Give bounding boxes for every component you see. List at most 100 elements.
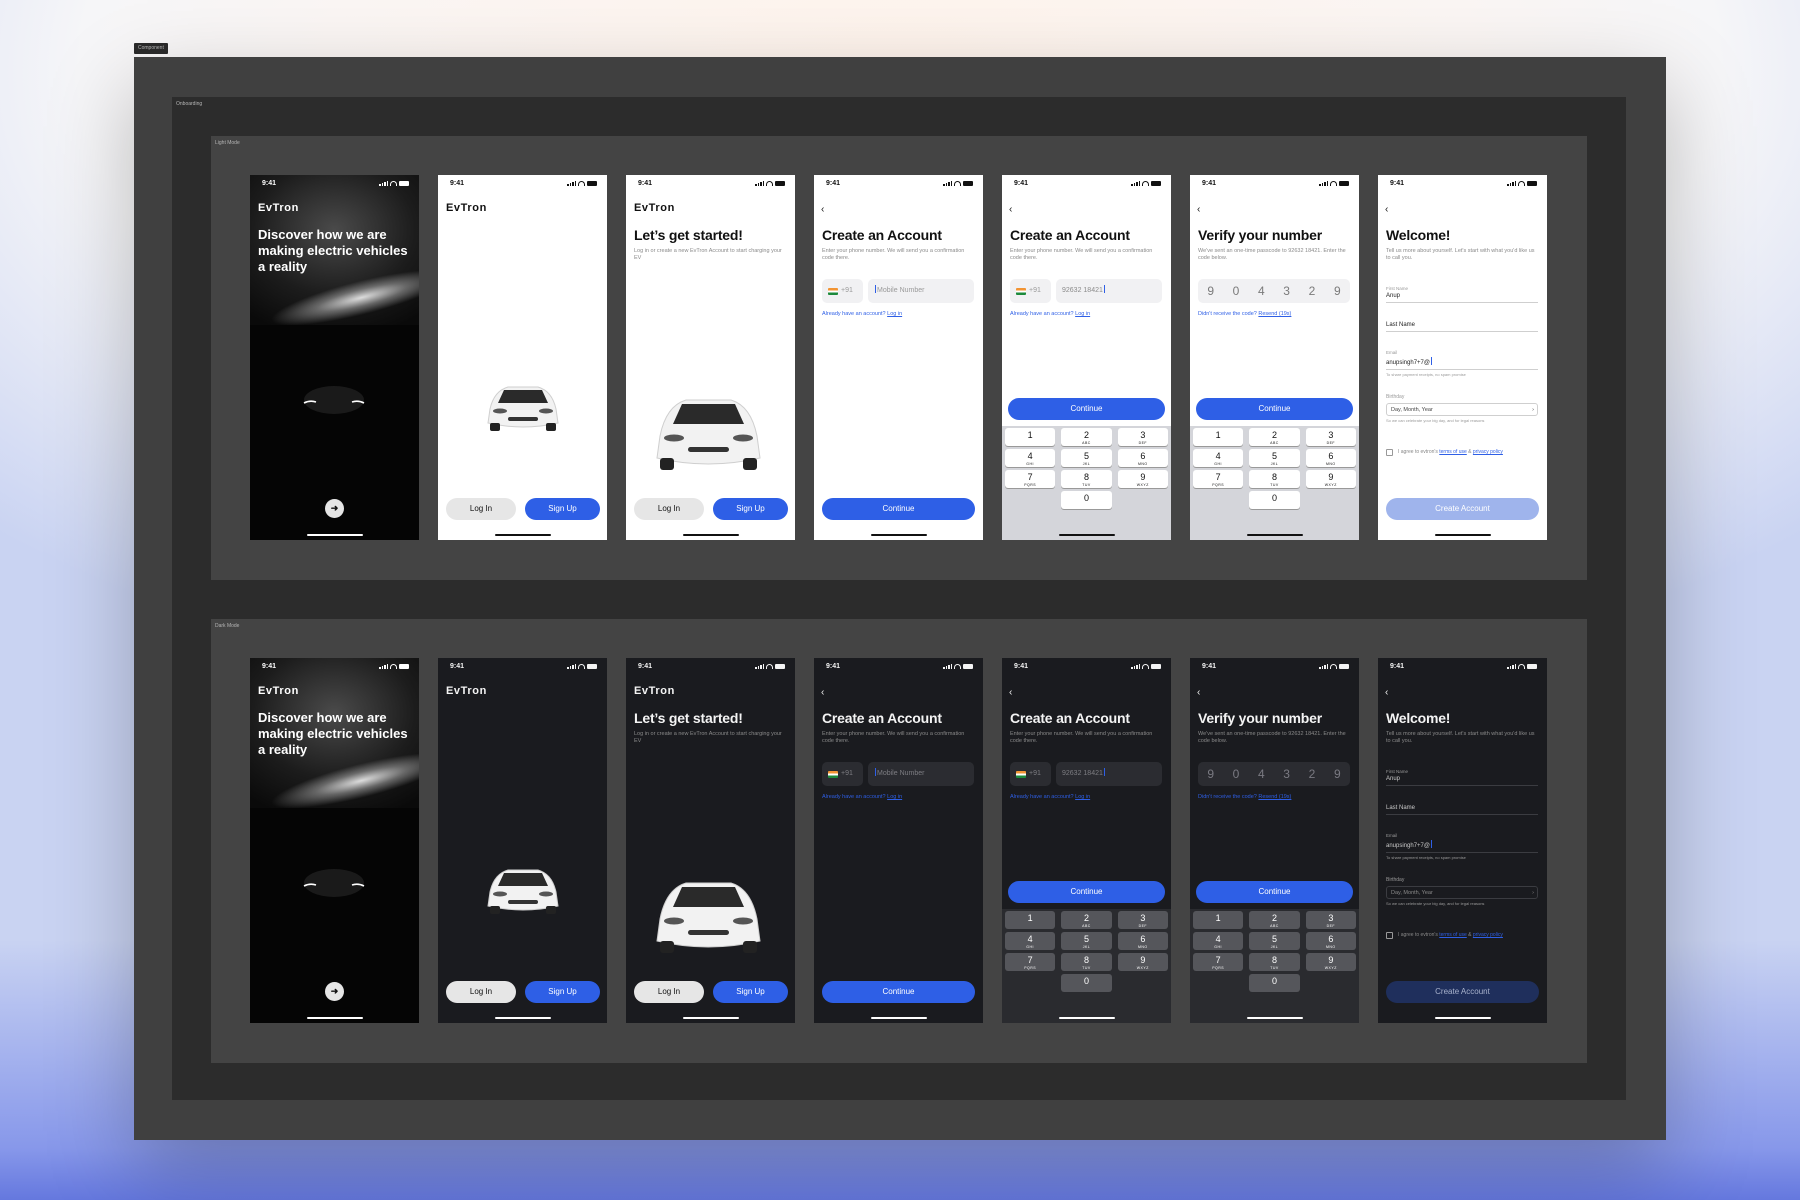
signup-button[interactable]: Sign Up	[713, 498, 788, 520]
last-name-field[interactable]: Last Name	[1386, 322, 1538, 332]
back-chevron-icon[interactable]: ‹	[1197, 687, 1200, 698]
continue-button[interactable]: Continue	[1196, 881, 1353, 903]
signup-button[interactable]: Sign Up	[525, 498, 600, 520]
arrow-right-icon[interactable]: ➜	[325, 499, 344, 518]
key-9[interactable]: 9 WXYZ	[1305, 470, 1356, 488]
login-link[interactable]: Log in	[1075, 794, 1090, 800]
key-5[interactable]: 5 JKL	[1249, 932, 1300, 950]
key-1[interactable]: 1	[1193, 428, 1244, 446]
email-field[interactable]: Email anupsingh7+7@ To share payment rec…	[1386, 350, 1538, 377]
terms-link[interactable]: terms of use	[1439, 449, 1467, 455]
key-0[interactable]: 0	[1061, 491, 1112, 509]
key-2[interactable]: 2 ABC	[1249, 911, 1300, 929]
birthday-field[interactable]: Birthday Day, Month, Year › So we can cel…	[1386, 877, 1538, 906]
key-2[interactable]: 2 ABC	[1061, 428, 1112, 446]
key-3[interactable]: 3 DEF	[1117, 911, 1168, 929]
key-2[interactable]: 2 ABC	[1061, 911, 1112, 929]
mobile-number-input[interactable]: Mobile Number	[868, 762, 974, 786]
create-account-button[interactable]: Create Account	[1386, 981, 1539, 1003]
key-1[interactable]: 1	[1193, 911, 1244, 929]
continue-button[interactable]: Continue	[1008, 881, 1165, 903]
privacy-link[interactable]: privacy policy	[1473, 449, 1503, 455]
mobile-number-input[interactable]: 92632 18421	[1056, 762, 1162, 786]
key-5[interactable]: 5 JKL	[1249, 449, 1300, 467]
onboarding-label[interactable]: Onboarding	[176, 101, 202, 107]
login-button[interactable]: Log In	[634, 981, 704, 1003]
continue-button[interactable]: Continue	[822, 981, 975, 1003]
otp-input[interactable]: 904329	[1198, 762, 1350, 786]
key-7[interactable]: 7 PQRS	[1193, 953, 1244, 971]
birthday-select[interactable]: Day, Month, Year ›	[1386, 886, 1538, 899]
privacy-link[interactable]: privacy policy	[1473, 932, 1503, 938]
first-name-field[interactable]: First Name Anup	[1386, 286, 1538, 303]
key-3[interactable]: 3 DEF	[1117, 428, 1168, 446]
back-chevron-icon[interactable]: ‹	[821, 204, 824, 215]
back-chevron-icon[interactable]: ‹	[1385, 204, 1388, 215]
key-6[interactable]: 6 MNO	[1305, 932, 1356, 950]
key-7[interactable]: 7 PQRS	[1005, 470, 1056, 488]
key-1[interactable]: 1	[1005, 911, 1056, 929]
key-8[interactable]: 8 TUV	[1249, 953, 1300, 971]
key-9[interactable]: 9 WXYZ	[1117, 953, 1168, 971]
last-name-field[interactable]: Last Name	[1386, 805, 1538, 815]
back-chevron-icon[interactable]: ‹	[1197, 204, 1200, 215]
signup-button[interactable]: Sign Up	[713, 981, 788, 1003]
login-button[interactable]: Log In	[446, 981, 516, 1003]
birthday-select[interactable]: Day, Month, Year ›	[1386, 403, 1538, 416]
key-8[interactable]: 8 TUV	[1249, 470, 1300, 488]
signup-button[interactable]: Sign Up	[525, 981, 600, 1003]
key-4[interactable]: 4 GHI	[1193, 932, 1244, 950]
key-4[interactable]: 4 GHI	[1193, 449, 1244, 467]
key-6[interactable]: 6 MNO	[1305, 449, 1356, 467]
section-label[interactable]: Dark Mode	[215, 623, 239, 629]
create-account-button[interactable]: Create Account	[1386, 498, 1539, 520]
first-name-field[interactable]: First Name Anup	[1386, 769, 1538, 786]
key-0[interactable]: 0	[1249, 491, 1300, 509]
continue-button[interactable]: Continue	[822, 498, 975, 520]
terms-checkbox[interactable]	[1386, 932, 1393, 939]
section-label[interactable]: Light Mode	[215, 140, 240, 146]
key-4[interactable]: 4 GHI	[1005, 449, 1056, 467]
key-0[interactable]: 0	[1061, 974, 1112, 992]
frame-tag[interactable]: Component	[134, 43, 168, 54]
email-field[interactable]: Email anupsingh7+7@ To share payment rec…	[1386, 833, 1538, 860]
key-8[interactable]: 8 TUV	[1061, 953, 1112, 971]
key-5[interactable]: 5 JKL	[1061, 932, 1112, 950]
resend-link[interactable]: Resend (19s)	[1258, 311, 1291, 317]
terms-checkbox[interactable]	[1386, 449, 1393, 456]
login-button[interactable]: Log In	[634, 498, 704, 520]
back-chevron-icon[interactable]: ‹	[1385, 687, 1388, 698]
birthday-field[interactable]: Birthday Day, Month, Year › So we can cel…	[1386, 394, 1538, 423]
key-7[interactable]: 7 PQRS	[1193, 470, 1244, 488]
key-9[interactable]: 9 WXYZ	[1305, 953, 1356, 971]
key-6[interactable]: 6 MNO	[1117, 449, 1168, 467]
key-2[interactable]: 2 ABC	[1249, 428, 1300, 446]
arrow-right-icon[interactable]: ➜	[325, 982, 344, 1001]
continue-button[interactable]: Continue	[1196, 398, 1353, 420]
resend-link[interactable]: Resend (19s)	[1258, 794, 1291, 800]
login-link[interactable]: Log in	[1075, 311, 1090, 317]
mobile-number-input[interactable]: 92632 18421	[1056, 279, 1162, 303]
key-5[interactable]: 5 JKL	[1061, 449, 1112, 467]
key-9[interactable]: 9 WXYZ	[1117, 470, 1168, 488]
login-link[interactable]: Log in	[887, 311, 902, 317]
terms-link[interactable]: terms of use	[1439, 932, 1467, 938]
key-3[interactable]: 3 DEF	[1305, 911, 1356, 929]
otp-input[interactable]: 904329	[1198, 279, 1350, 303]
back-chevron-icon[interactable]: ‹	[1009, 204, 1012, 215]
key-1[interactable]: 1	[1005, 428, 1056, 446]
key-0[interactable]: 0	[1249, 974, 1300, 992]
country-code-select[interactable]: +91	[1010, 762, 1051, 786]
key-3[interactable]: 3 DEF	[1305, 428, 1356, 446]
login-link[interactable]: Log in	[887, 794, 902, 800]
login-button[interactable]: Log In	[446, 498, 516, 520]
country-code-select[interactable]: +91	[822, 762, 863, 786]
continue-button[interactable]: Continue	[1008, 398, 1165, 420]
key-6[interactable]: 6 MNO	[1117, 932, 1168, 950]
key-4[interactable]: 4 GHI	[1005, 932, 1056, 950]
key-8[interactable]: 8 TUV	[1061, 470, 1112, 488]
country-code-select[interactable]: +91	[1010, 279, 1051, 303]
mobile-number-input[interactable]: Mobile Number	[868, 279, 974, 303]
back-chevron-icon[interactable]: ‹	[821, 687, 824, 698]
key-7[interactable]: 7 PQRS	[1005, 953, 1056, 971]
